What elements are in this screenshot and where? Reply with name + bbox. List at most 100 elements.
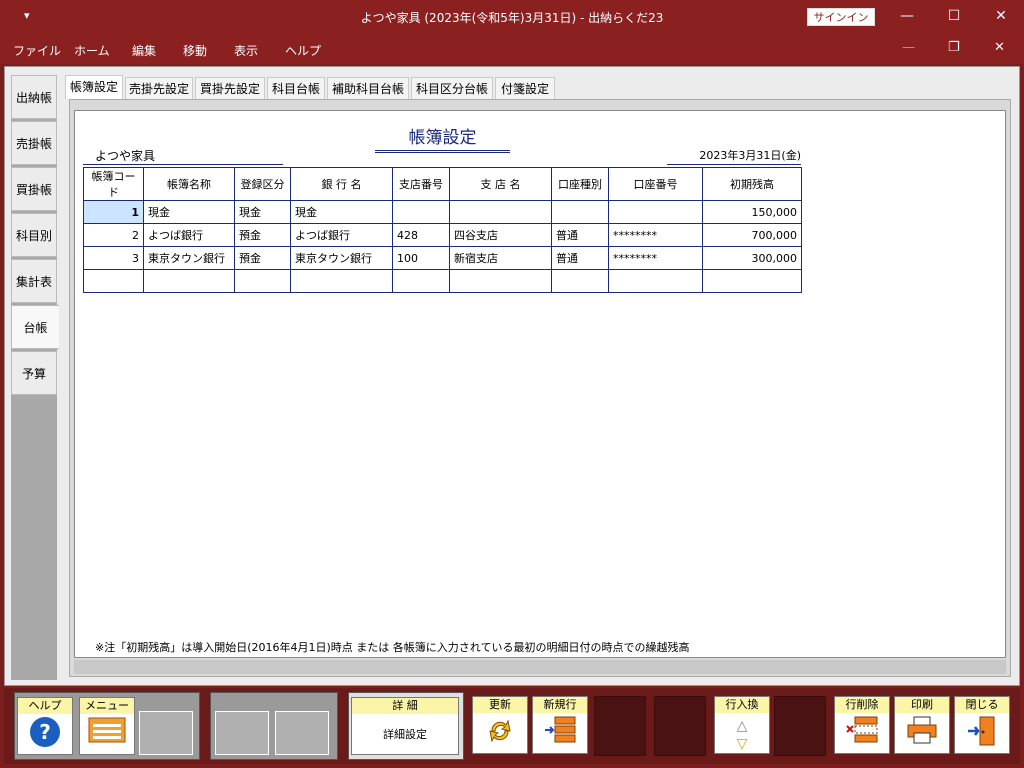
help-button[interactable]: ヘルプ ?: [17, 697, 73, 755]
table-row[interactable]: [83, 269, 802, 293]
col-header: 初期残高: [702, 167, 802, 201]
side-tab-receivable[interactable]: 売掛帳: [11, 121, 57, 165]
update-button[interactable]: 更新: [472, 696, 528, 754]
new-row-button[interactable]: 新規行: [532, 696, 588, 754]
close-icon[interactable]: ✕: [978, 4, 1024, 28]
table-cell[interactable]: [234, 269, 291, 293]
sheet-title: 帳簿設定: [375, 123, 510, 153]
tab-book-settings[interactable]: 帳簿設定: [65, 75, 123, 99]
col-header: 銀 行 名: [290, 167, 393, 201]
side-tab-cashbook[interactable]: 出納帳: [11, 75, 57, 119]
swap-arrows-icon: △ ▽: [736, 718, 748, 752]
table-cell[interactable]: [608, 200, 703, 224]
table-cell[interactable]: 普通: [551, 246, 609, 270]
new-row-icon: [533, 715, 587, 753]
table-cell[interactable]: [290, 269, 393, 293]
table-cell[interactable]: 東京タウン銀行: [290, 246, 393, 270]
side-tab-summary[interactable]: 集計表: [11, 259, 57, 303]
table-header-row: 帳簿コード 帳簿名称 登録区分 銀 行 名 支店番号 支 店 名 口座種別 口座…: [83, 167, 802, 201]
menu-view[interactable]: 表示: [234, 42, 258, 59]
table-cell[interactable]: [551, 269, 609, 293]
menu-button[interactable]: メニュー: [79, 697, 135, 755]
bottom-toolbar: ヘルプ ? メニュー 詳 細 詳細設定 更新 新規行 行入換 △ ▽ 行削除 印…: [4, 688, 1020, 764]
minimize-icon[interactable]: —: [884, 4, 930, 28]
table-cell[interactable]: [551, 200, 609, 224]
table-cell[interactable]: [83, 269, 144, 293]
tab-sub-account-ledger[interactable]: 補助科目台帳: [327, 77, 409, 99]
table-cell[interactable]: 現金: [143, 200, 235, 224]
exit-door-icon: [955, 715, 1009, 753]
sheet-date: 2023年3月31日(金): [667, 147, 801, 165]
table-cell[interactable]: ********: [608, 246, 703, 270]
side-tab-payable[interactable]: 買掛帳: [11, 167, 57, 211]
print-label: 印刷: [895, 697, 949, 713]
horizontal-scrollbar[interactable]: [74, 660, 1006, 674]
help-menu-group: ヘルプ ? メニュー: [14, 692, 200, 760]
table-cell[interactable]: 普通: [551, 223, 609, 247]
table-row[interactable]: 2 よつば銀行 預金 よつば銀行 428 四谷支店 普通 ******** 700,000: [83, 223, 802, 247]
table-cell[interactable]: 150,000: [702, 200, 802, 224]
table-cell[interactable]: [143, 269, 235, 293]
table-cell[interactable]: [702, 269, 802, 293]
table-cell[interactable]: 現金: [234, 200, 291, 224]
print-button[interactable]: 印刷: [894, 696, 950, 754]
table-cell[interactable]: 東京タウン銀行: [143, 246, 235, 270]
menu-home[interactable]: ホーム: [74, 42, 110, 59]
tab-account-category-ledger[interactable]: 科目区分台帳: [411, 77, 493, 99]
table-cell[interactable]: よつば銀行: [290, 223, 393, 247]
table-cell[interactable]: 1: [83, 200, 144, 224]
table-cell[interactable]: 100: [392, 246, 450, 270]
table-cell[interactable]: ********: [608, 223, 703, 247]
table-cell[interactable]: 四谷支店: [449, 223, 552, 247]
menu-edit[interactable]: 編集: [132, 42, 156, 59]
col-header: 支店番号: [392, 167, 450, 201]
side-tab-strip: 出納帳 売掛帳 買掛帳 科目別 集計表 台帳 予算: [11, 75, 59, 680]
new-row-label: 新規行: [533, 697, 587, 713]
row-swap-button[interactable]: 行入換 △ ▽: [714, 696, 770, 754]
table-cell[interactable]: 預金: [234, 246, 291, 270]
table-cell[interactable]: よつば銀行: [143, 223, 235, 247]
tab-account-ledger[interactable]: 科目台帳: [267, 77, 325, 99]
company-name: よつや家具: [83, 147, 283, 165]
book-table: 帳簿コード 帳簿名称 登録区分 銀 行 名 支店番号 支 店 名 口座種別 口座…: [83, 167, 802, 293]
menu-bar: ファイル ホーム 編集 移動 表示 ヘルプ — ❐ ✕: [0, 34, 1024, 64]
table-cell[interactable]: [392, 200, 450, 224]
menu-move[interactable]: 移動: [183, 42, 207, 59]
row-delete-button[interactable]: 行削除: [834, 696, 890, 754]
detail-settings-text: 詳細設定: [383, 728, 427, 741]
table-cell[interactable]: [449, 269, 552, 293]
side-tab-by-account[interactable]: 科目別: [11, 213, 57, 257]
table-cell[interactable]: 3: [83, 246, 144, 270]
signin-button[interactable]: サインイン: [807, 8, 875, 26]
side-tab-budget[interactable]: 予算: [11, 351, 57, 395]
footnote: ※注「初期残高」は導入開始日(2016年4月1日)時点 または 各帳簿に入力され…: [95, 641, 690, 654]
table-cell[interactable]: 300,000: [702, 246, 802, 270]
table-row[interactable]: 1 現金 現金 現金 150,000: [83, 200, 802, 224]
table-cell[interactable]: [392, 269, 450, 293]
side-tab-ledger[interactable]: 台帳: [11, 305, 59, 349]
tab-payable-settings[interactable]: 買掛先設定: [195, 77, 265, 99]
table-cell[interactable]: 2: [83, 223, 144, 247]
table-cell[interactable]: [449, 200, 552, 224]
doc-restore-icon[interactable]: ❐: [948, 40, 960, 55]
close-label: 閉じる: [955, 697, 1009, 713]
tab-sticky-settings[interactable]: 付箋設定: [495, 77, 555, 99]
tab-receivable-settings[interactable]: 売掛先設定: [125, 77, 193, 99]
menu-help[interactable]: ヘルプ: [285, 42, 321, 59]
table-row[interactable]: 3 東京タウン銀行 預金 東京タウン銀行 100 新宿支店 普通 ******** 300,00…: [83, 246, 802, 270]
detail-settings-button[interactable]: 詳 細 詳細設定: [351, 697, 459, 755]
menu-file[interactable]: ファイル: [13, 42, 61, 59]
help-icon: ?: [18, 716, 72, 754]
table-cell[interactable]: 預金: [234, 223, 291, 247]
table-cell[interactable]: 700,000: [702, 223, 802, 247]
table-cell[interactable]: [608, 269, 703, 293]
menu-label: メニュー: [80, 698, 134, 714]
close-button[interactable]: 閉じる: [954, 696, 1010, 754]
table-cell[interactable]: 428: [392, 223, 450, 247]
doc-minimize-icon[interactable]: —: [902, 40, 915, 55]
maximize-icon[interactable]: ☐: [931, 4, 977, 28]
table-cell[interactable]: 現金: [290, 200, 393, 224]
title-bar: ▾ よつや家具 (2023年(令和5年)3月31日) - 出納らくだ23 サイン…: [0, 0, 1024, 34]
doc-close-icon[interactable]: ✕: [994, 40, 1005, 55]
table-cell[interactable]: 新宿支店: [449, 246, 552, 270]
